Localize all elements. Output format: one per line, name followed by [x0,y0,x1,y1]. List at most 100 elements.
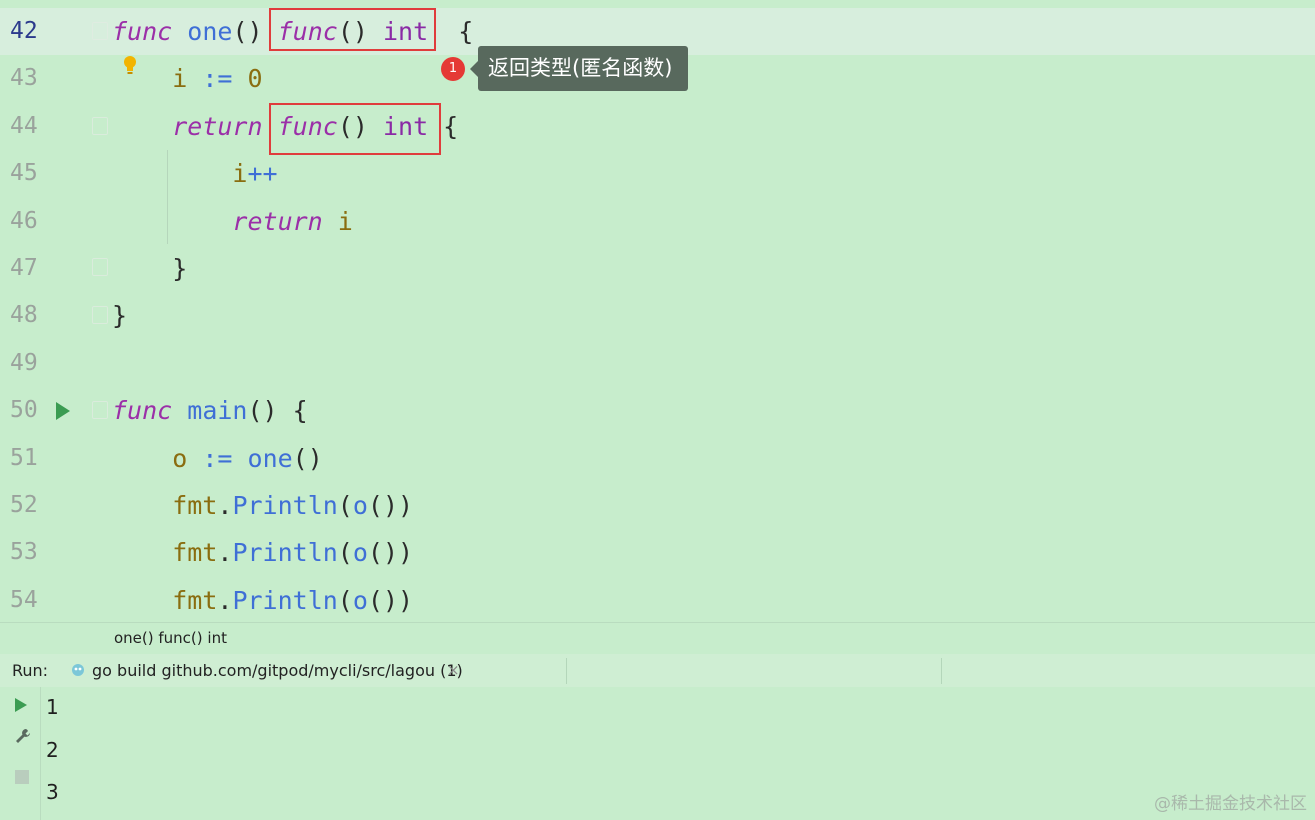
run-tab[interactable]: go build github.com/gitpod/mycli/src/lag… [70,654,463,687]
breadcrumb-text[interactable]: one() func() int [114,623,227,653]
line-number: 51 [10,444,38,471]
code-line[interactable]: 45 i++ [0,150,1315,197]
code-token: } [112,254,188,283]
code-token: o [352,538,368,568]
highlight-box [269,103,441,155]
line-number: 52 [10,492,38,518]
line-number: 47 [10,255,38,281]
code-text[interactable]: } [112,245,187,292]
divider [941,658,942,684]
code-token: one [247,443,293,473]
code-token: i [232,159,248,189]
code-line[interactable]: 53 fmt.Println(o()) [0,529,1315,576]
console-toolbar [0,687,41,820]
code-token: } [112,301,128,331]
console-output-line: 3 [46,780,59,804]
code-text[interactable]: } [112,292,127,339]
code-token: . [217,491,233,520]
code-token: ( [337,585,353,615]
code-token: Println [232,538,338,568]
code-text[interactable]: return i [112,198,353,245]
line-number: 53 [10,539,38,566]
divider [566,658,567,684]
line-number: 42 [10,18,38,44]
annotation-tooltip: 返回类型(匿名函数) [469,46,689,91]
line-number: 46 [10,207,38,234]
console-output-line: 1 [46,695,59,719]
code-token: o [172,443,188,473]
code-token: () { [247,396,308,426]
breadcrumb[interactable]: one() func() int [0,622,1315,655]
console-output-line: 2 [46,738,59,762]
code-token: ++ [247,159,278,189]
code-token: o [352,491,368,520]
highlight-box [269,8,436,51]
code-token: Println [232,585,338,615]
code-text[interactable]: fmt.Println(o()) [112,482,413,529]
rerun-icon[interactable] [14,697,28,713]
gopher-icon [72,664,84,676]
run-icon[interactable] [54,400,72,422]
code-line[interactable]: 47 } [0,245,1315,292]
close-icon[interactable]: × [447,654,460,687]
code-line[interactable]: 46 return i [0,198,1315,245]
code-text[interactable]: o := one() [112,435,323,482]
line-number: 48 [10,302,38,329]
code-token: i [172,64,188,94]
code-token: Println [232,491,338,520]
fold-icon[interactable] [92,306,108,324]
run-console[interactable]: 1 2 3 [0,687,1315,820]
fold-icon[interactable] [92,258,108,276]
code-line[interactable]: 52 fmt.Println(o()) [0,482,1315,529]
code-token: one [187,17,233,46]
code-line[interactable]: 44 return func() int { [0,103,1315,150]
code-text[interactable]: func main() { [112,387,308,434]
code-line[interactable]: 50 func main() { [0,387,1315,434]
line-number: 54 [10,586,38,613]
code-line[interactable]: 49 [0,340,1315,387]
wrench-icon[interactable] [14,727,32,745]
fold-icon[interactable] [92,22,108,40]
code-token: o [352,585,368,615]
code-token: fmt [172,538,218,568]
line-number: 44 [10,112,38,139]
code-line[interactable]: 48 } [0,292,1315,339]
code-editor[interactable]: 42 func one() func() int { 43 i := 0 44 … [0,0,1315,622]
code-line[interactable]: 51 o := one() [0,435,1315,482]
code-text[interactable]: fmt.Println(o()) [112,529,413,576]
fold-icon[interactable] [92,401,108,419]
code-token: i [337,206,353,236]
line-number: 43 [10,65,38,92]
indent-guide [167,150,168,244]
lightbulb-icon[interactable] [122,54,138,76]
code-text[interactable]: i++ [112,150,278,197]
code-line[interactable]: 54 fmt.Println(o()) [0,577,1315,622]
watermark: @稀土掘金技术社区 [1154,794,1307,814]
line-number: 50 [10,397,38,424]
run-toolbar: Run: go build github.com/gitpod/mycli/sr… [0,654,1315,687]
code-token: . [217,538,233,568]
code-token: := [202,64,233,94]
code-token: ()) [367,538,414,568]
code-token: ( [337,538,353,568]
line-number: 49 [10,349,38,376]
fold-icon[interactable] [92,117,108,135]
code-token: . [217,585,233,615]
code-text[interactable]: fmt.Println(o()) [112,577,413,622]
run-label: Run: [12,661,49,680]
code-token: ( [337,491,353,520]
code-token: main [187,396,248,426]
code-token: ()) [367,585,414,615]
code-token: fmt [172,585,218,615]
stop-icon[interactable] [14,769,30,785]
